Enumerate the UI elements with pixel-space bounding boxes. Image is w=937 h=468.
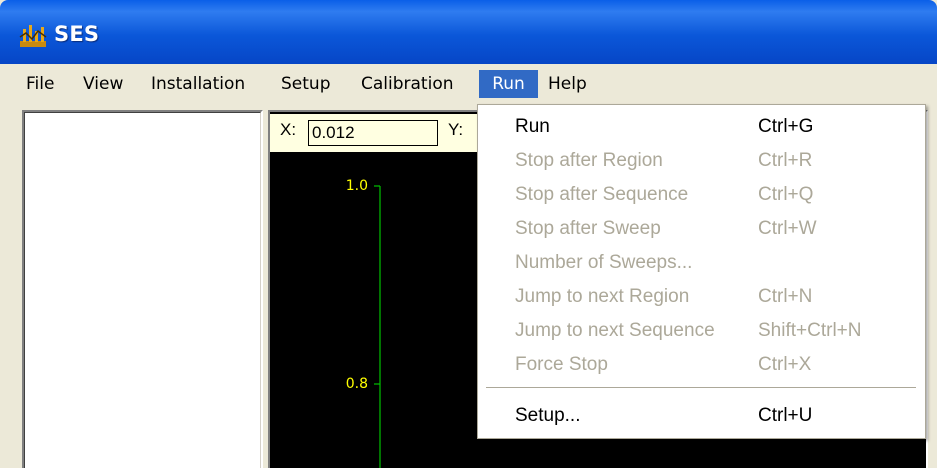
window-title: SES bbox=[54, 22, 100, 46]
menu-item-label: Stop after Sweep bbox=[515, 218, 661, 239]
run-menu-item-stop-after-sequence[interactable]: Stop after Sequence Ctrl+Q bbox=[478, 179, 925, 211]
menu-item-shortcut: Ctrl+W bbox=[758, 218, 817, 239]
y-tick-label-0-8: 0.8 bbox=[346, 376, 368, 392]
run-menu-item-number-of-sweeps[interactable]: Number of Sweeps... bbox=[478, 247, 925, 279]
run-menu-item-jump-next-region[interactable]: Jump to next Region Ctrl+N bbox=[478, 281, 925, 313]
menu-view[interactable]: View bbox=[75, 70, 131, 98]
menu-help[interactable]: Help bbox=[540, 70, 595, 98]
menu-item-label: Stop after Region bbox=[515, 150, 663, 171]
menu-item-shortcut: Ctrl+N bbox=[758, 286, 813, 307]
x-coordinate-field[interactable]: 0.012 bbox=[308, 120, 438, 146]
run-menu-item-force-stop[interactable]: Force Stop Ctrl+X bbox=[478, 349, 925, 381]
run-menu-dropdown: Run Ctrl+G Stop after Region Ctrl+R Stop… bbox=[477, 104, 926, 439]
menu-separator bbox=[486, 387, 916, 388]
menu-item-label: Run bbox=[515, 116, 550, 137]
menu-item-label: Force Stop bbox=[515, 354, 608, 375]
menu-item-label: Jump to next Region bbox=[515, 286, 690, 307]
plot-axes: 1.0 0.8 bbox=[346, 178, 381, 468]
menu-item-shortcut: Ctrl+R bbox=[758, 150, 813, 171]
menu-run[interactable]: Run bbox=[479, 70, 538, 98]
y-tick-label-1-0: 1.0 bbox=[346, 178, 368, 194]
cursor-coordinates-bar: X: 0.012 Y: bbox=[270, 114, 490, 152]
menu-calibration[interactable]: Calibration bbox=[353, 70, 462, 98]
ses-app-icon bbox=[19, 25, 47, 47]
menu-item-label: Jump to next Sequence bbox=[515, 320, 715, 341]
menu-setup[interactable]: Setup bbox=[273, 70, 338, 98]
run-menu-item-jump-next-sequence[interactable]: Jump to next Sequence Shift+Ctrl+N bbox=[478, 315, 925, 347]
menu-item-shortcut: Shift+Ctrl+N bbox=[758, 320, 862, 341]
menu-item-shortcut: Ctrl+U bbox=[758, 405, 813, 426]
menu-item-label: Stop after Sequence bbox=[515, 184, 689, 205]
y-coordinate-label: Y: bbox=[448, 120, 464, 139]
ses-window: SES File View Installation Setup Calibra… bbox=[0, 0, 937, 468]
menu-installation[interactable]: Installation bbox=[143, 70, 253, 98]
run-menu-item-stop-after-region[interactable]: Stop after Region Ctrl+R bbox=[478, 145, 925, 177]
region-list-panel[interactable] bbox=[22, 110, 263, 468]
menu-item-label: Setup... bbox=[515, 405, 581, 426]
menu-bar: File View Installation Setup Calibration… bbox=[0, 64, 937, 104]
run-menu-item-setup[interactable]: Setup... Ctrl+U bbox=[478, 400, 925, 432]
menu-item-shortcut: Ctrl+X bbox=[758, 354, 812, 375]
menu-item-shortcut: Ctrl+Q bbox=[758, 184, 814, 205]
title-bar[interactable]: SES bbox=[0, 0, 937, 64]
menu-file[interactable]: File bbox=[18, 70, 62, 98]
run-menu-item-stop-after-sweep[interactable]: Stop after Sweep Ctrl+W bbox=[478, 213, 925, 245]
region-list-frame bbox=[24, 112, 261, 468]
menu-item-label: Number of Sweeps... bbox=[515, 252, 693, 273]
x-coordinate-label: X: bbox=[280, 120, 297, 139]
run-menu-item-run[interactable]: Run Ctrl+G bbox=[478, 111, 925, 143]
menu-item-shortcut: Ctrl+G bbox=[758, 116, 814, 137]
